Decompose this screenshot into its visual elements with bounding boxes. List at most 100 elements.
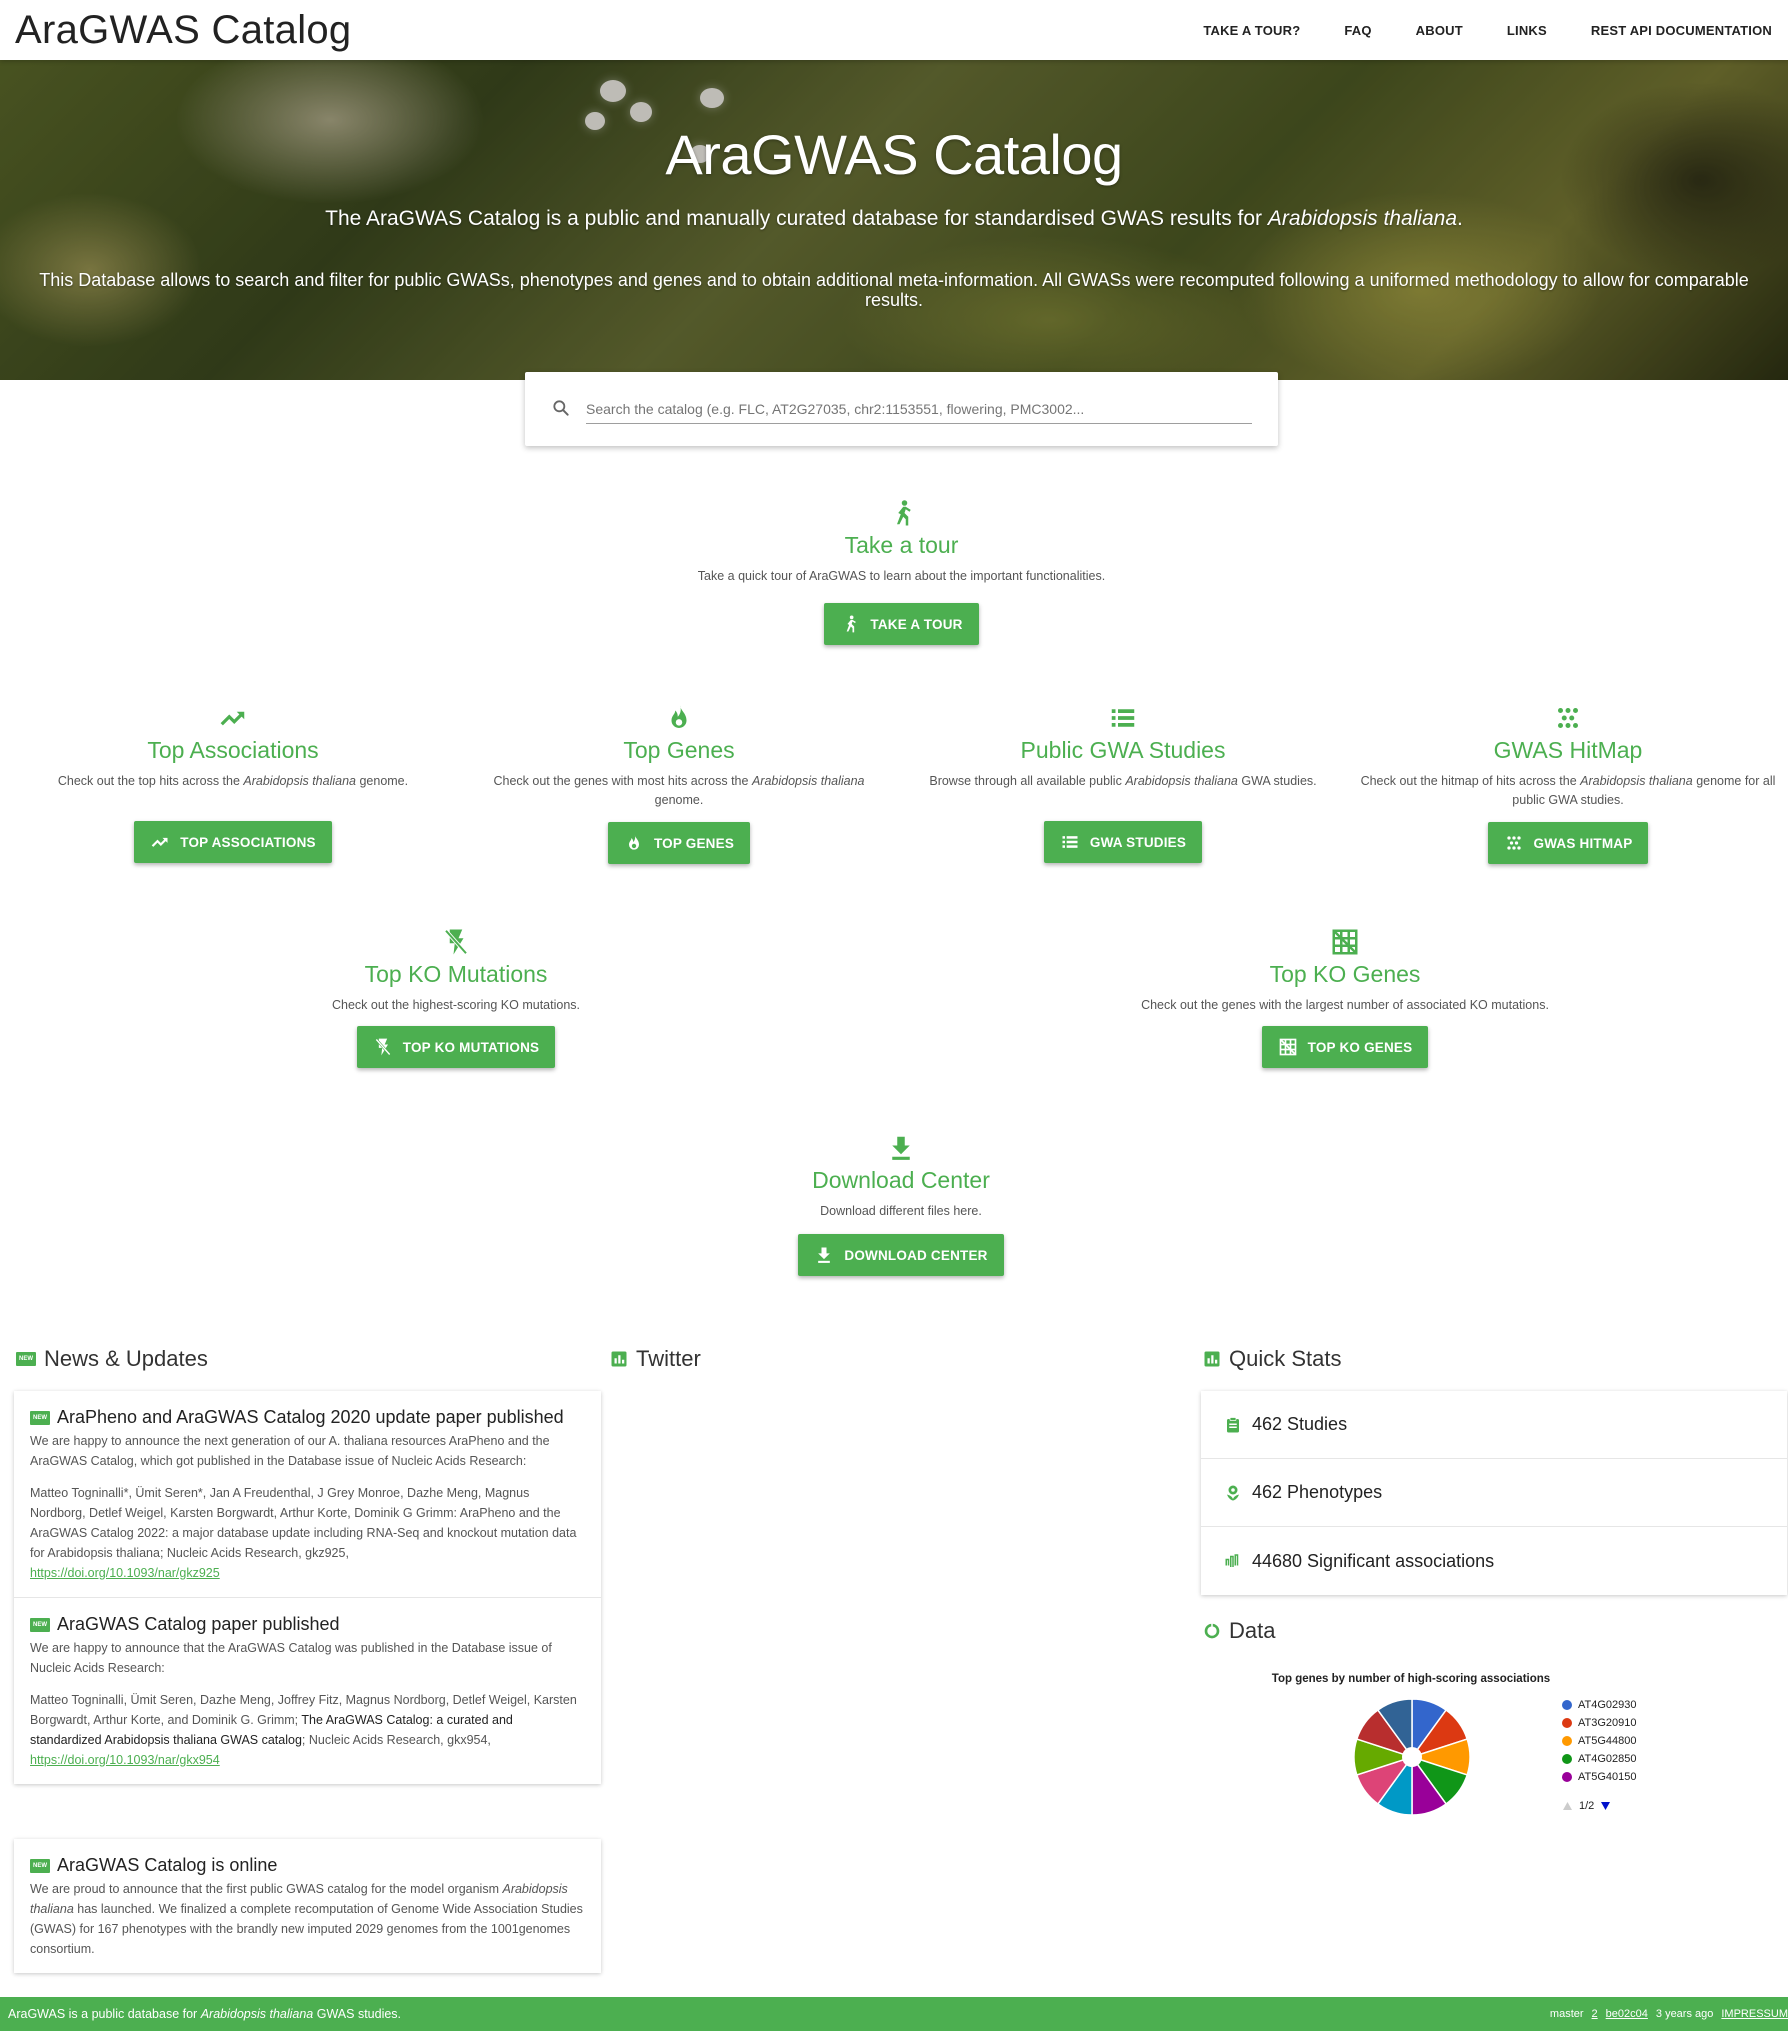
footer-impressum-link[interactable]: IMPRESSUM <box>1721 2008 1788 2020</box>
twitter-heading-label: Twitter <box>636 1346 701 1371</box>
download-center-title: Download Center <box>812 1167 990 1193</box>
gwas-hitmap-button-label: GWAS HITMAP <box>1533 835 1633 851</box>
pager-down-arrow-icon[interactable] <box>1600 1801 1611 1811</box>
download-icon <box>892 1136 910 1160</box>
legend-dot-4 <box>1562 1772 1572 1782</box>
news-item-intro: We are happy to announce that the AraGWA… <box>30 1641 552 1675</box>
news-item: NEW AraGWAS Catalog paper published We ar… <box>14 1598 601 1784</box>
bar-chart-icon <box>1204 1351 1220 1367</box>
gwa-studies-button-label: GWA STUDIES <box>1089 834 1187 850</box>
feature-title: Public GWA Studies <box>1020 737 1226 763</box>
data-heading: Data <box>1203 1618 1275 1644</box>
news-item-doi-link[interactable]: https://doi.org/10.1093/nar/gkz925 <box>30 1563 585 1583</box>
feature-description: Check out the genes with most hits acros… <box>493 774 865 807</box>
news-item-title: NEW AraGWAS Catalog paper published <box>30 1614 585 1635</box>
legend-item[interactable]: AT3G20910 <box>1562 1714 1637 1732</box>
feature-top-genes: Top Genes Check out the genes with most … <box>470 703 888 864</box>
news-heading-label: News & Updates <box>44 1346 208 1371</box>
news-item-intro: We are happy to announce the next genera… <box>30 1434 550 1468</box>
feature-title: GWAS HitMap <box>1493 737 1643 763</box>
legend-dot-0 <box>1562 1700 1572 1710</box>
hero-banner: AraGWAS Catalog The AraGWAS Catalog is a… <box>0 60 1788 380</box>
feature-title: Top Genes <box>623 737 735 763</box>
legend-item[interactable]: AT4G02850 <box>1562 1750 1637 1768</box>
stat-studies[interactable]: 462 Studies <box>1201 1391 1787 1459</box>
footer-commit-link[interactable]: be02c04 <box>1606 2008 1648 2020</box>
top-associations-button[interactable]: TOP ASSOCIATIONS <box>134 821 332 863</box>
nav-rest-api-documentation[interactable]: REST API DOCUMENTATION <box>1591 23 1772 38</box>
tour-description: Take a quick tour of AraGWAS to learn ab… <box>697 569 1106 583</box>
legend-item[interactable]: AT4G02930 <box>1562 1696 1637 1714</box>
news-card: NEW AraGWAS Catalog is online We are prou… <box>14 1839 601 1973</box>
take-a-tour-button[interactable]: TAKE A TOUR <box>824 603 979 645</box>
news-item: NEW AraGWAS Catalog is online We are prou… <box>14 1839 601 1973</box>
trending-up-icon <box>151 837 168 847</box>
quick-stats-heading: Quick Stats <box>1203 1346 1341 1372</box>
footer-timestamp: 3 years ago <box>1655 2008 1714 2020</box>
top-ko-mutations-button[interactable]: TOP KO MUTATIONS <box>356 1026 556 1068</box>
tour-section: Take a tour Take a quick tour of AraGWAS… <box>594 498 1209 645</box>
gwas-hitmap-button[interactable]: GWAS HITMAP <box>1487 822 1649 864</box>
list-icon <box>1062 836 1078 848</box>
feature-description: Browse through all available public Arab… <box>929 774 1317 788</box>
top-ko-mutations-button-label: TOP KO MUTATIONS <box>402 1039 540 1055</box>
feature-description: Check out the highest-scoring KO mutatio… <box>331 998 581 1012</box>
top-associations-button-label: TOP ASSOCIATIONS <box>180 834 316 850</box>
stat-phenotypes[interactable]: 462 Phenotypes <box>1201 1459 1787 1527</box>
footer-count-link[interactable]: 2 <box>1592 2008 1598 2020</box>
new-badge-icon: NEW <box>30 1858 50 1873</box>
gwa-studies-button[interactable]: GWA STUDIES <box>1043 821 1203 863</box>
search-card <box>525 372 1278 446</box>
flash-off-icon <box>375 1038 391 1056</box>
footer-version-info: master 2 be02c04 3 years ago IMPRESSUM <box>1550 2008 1788 2020</box>
donut-chart-icon <box>1204 1623 1220 1639</box>
grid-off-icon <box>1279 1038 1296 1056</box>
download-center-description: Download different files here. <box>820 1204 982 1218</box>
feature-description: Check out the genes with the largest num… <box>1141 998 1549 1012</box>
flash-off-icon <box>444 929 468 955</box>
stat-significant-associations-label: 44680 Significant associations <box>1252 1550 1495 1571</box>
tour-title: Take a tour <box>844 532 959 558</box>
feature-gwas-hitmap: GWAS HitMap Check out the hitmap of hits… <box>1350 703 1786 864</box>
list-icon <box>1111 709 1135 727</box>
news-heading: NEW News & Updates <box>16 1346 208 1372</box>
stat-phenotypes-label: 462 Phenotypes <box>1252 1482 1383 1502</box>
download-center-button-label: DOWNLOAD CENTER <box>844 1247 988 1263</box>
new-badge-icon: NEW <box>30 1617 50 1632</box>
news-item-citation: Matteo Togninalli, Ümit Seren, Dazhe Men… <box>30 1693 577 1747</box>
top-genes-button[interactable]: TOP GENES <box>607 822 751 864</box>
feature-public-gwa-studies: Public GWA Studies Browse through all av… <box>912 703 1334 863</box>
legend-item[interactable]: AT5G40150 <box>1562 1768 1637 1786</box>
flower-icon <box>1227 1485 1239 1500</box>
nav-faq[interactable]: FAQ <box>1344 23 1371 38</box>
legend-item[interactable]: AT5G44800 <box>1562 1732 1637 1750</box>
nav-links[interactable]: LINKS <box>1507 23 1547 38</box>
legend-dot-1 <box>1562 1718 1572 1728</box>
feature-title: Top Associations <box>147 737 319 763</box>
top-ko-genes-button[interactable]: TOP KO GENES <box>1261 1026 1429 1068</box>
clipboard-icon <box>1227 1416 1239 1432</box>
news-item-doi-link[interactable]: https://doi.org/10.1093/nar/gkx954 <box>30 1750 585 1770</box>
pager-up-arrow-icon[interactable] <box>1562 1801 1573 1811</box>
pie-chart[interactable] <box>1352 1697 1472 1817</box>
chart-title: Top genes by number of high-scoring asso… <box>1271 1673 1551 1685</box>
species-name: Arabidopsis thaliana <box>1267 207 1458 230</box>
brand-logo-text[interactable]: AraGWAS Catalog <box>15 8 351 53</box>
pie-center-hole <box>1402 1747 1422 1767</box>
legend-page-label: 1/2 <box>1579 1800 1595 1812</box>
legend-pager: 1/2 <box>1562 1800 1611 1812</box>
feature-top-ko-mutations: Top KO Mutations Check out the highest-s… <box>256 927 656 1068</box>
top-genes-button-label: TOP GENES <box>653 835 735 851</box>
stat-studies-label: 462 Studies <box>1252 1414 1348 1434</box>
bar-chart-icon <box>611 1351 627 1367</box>
search-input[interactable] <box>586 394 1252 424</box>
hitmap-icon <box>1558 708 1578 728</box>
footer-text: AraGWAS is a public database for Arabido… <box>8 2007 402 2021</box>
data-heading-label: Data <box>1229 1618 1276 1643</box>
nav-about[interactable]: ABOUT <box>1416 23 1463 38</box>
hero-description: This Database allows to search and filte… <box>39 270 1749 310</box>
download-center-button[interactable]: DOWNLOAD CENTER <box>798 1234 1004 1276</box>
main-nav: TAKE A TOUR? FAQ ABOUT LINKS REST API DO… <box>1159 0 1772 60</box>
stat-significant-associations[interactable]: 44680 Significant associations <box>1201 1527 1787 1595</box>
nav-take-a-tour[interactable]: TAKE A TOUR? <box>1203 23 1300 38</box>
